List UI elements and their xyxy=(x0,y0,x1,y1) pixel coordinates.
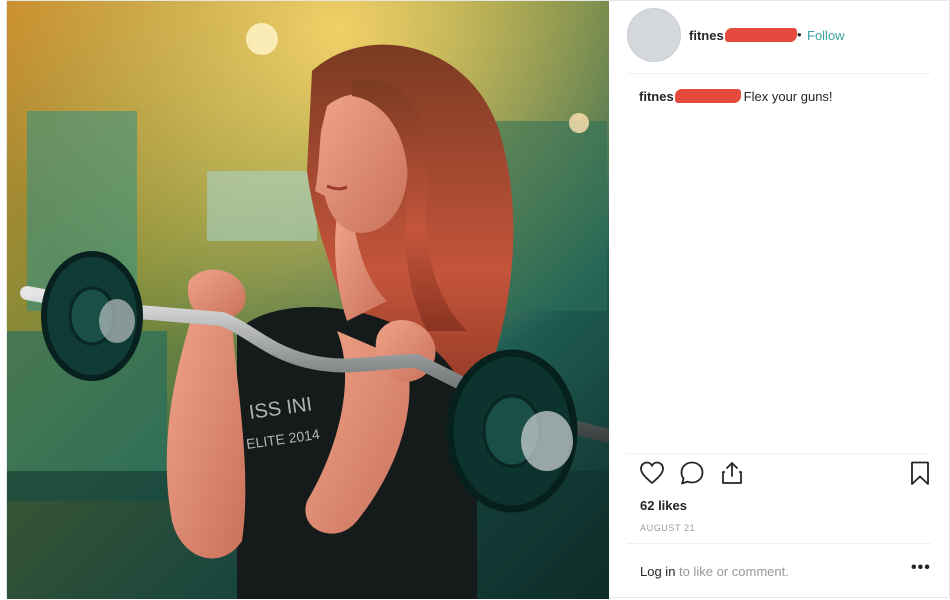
username-link[interactable]: fitnes xyxy=(689,28,797,43)
comment-icon[interactable] xyxy=(679,460,707,488)
heart-icon[interactable] xyxy=(639,460,667,488)
post-header: fitnes • Follow xyxy=(609,1,949,73)
follow-button[interactable]: Follow xyxy=(807,28,845,43)
gym-woman-barbell-image: ISS INI ELITE 2014 xyxy=(7,1,609,599)
action-bar xyxy=(639,460,929,490)
share-icon[interactable] xyxy=(719,460,747,488)
caption-username[interactable]: fitnes xyxy=(639,89,741,104)
caption-redaction-mark xyxy=(674,89,741,103)
username-text: fitnes xyxy=(689,28,724,43)
likes-count[interactable]: 62 likes xyxy=(640,498,687,513)
post-caption: fitnes Flex your guns! xyxy=(639,89,833,104)
separator-dot: • xyxy=(797,27,802,42)
redaction-mark xyxy=(724,28,797,42)
more-options-button[interactable]: ••• xyxy=(911,559,931,577)
post-date[interactable]: AUGUST 21 xyxy=(640,523,695,533)
avatar[interactable] xyxy=(627,8,681,62)
login-prompt-text: to like or comment. xyxy=(675,564,789,579)
login-link[interactable]: Log in xyxy=(640,564,675,579)
post-photo[interactable]: ISS INI ELITE 2014 xyxy=(7,1,609,599)
post-side-panel: fitnes • Follow fitnesFlex your guns! 6 xyxy=(609,1,949,599)
bookmark-icon[interactable] xyxy=(909,460,937,488)
footer-divider xyxy=(627,543,931,544)
header-divider xyxy=(627,73,931,74)
instagram-post: ISS INI ELITE 2014 fitnes • Follow fitne… xyxy=(6,0,950,599)
caption-username-text: fitnes xyxy=(639,89,674,104)
actions-divider xyxy=(627,453,931,454)
caption-text: Flex your guns! xyxy=(743,89,833,104)
login-prompt: Log in to like or comment. xyxy=(640,564,789,579)
